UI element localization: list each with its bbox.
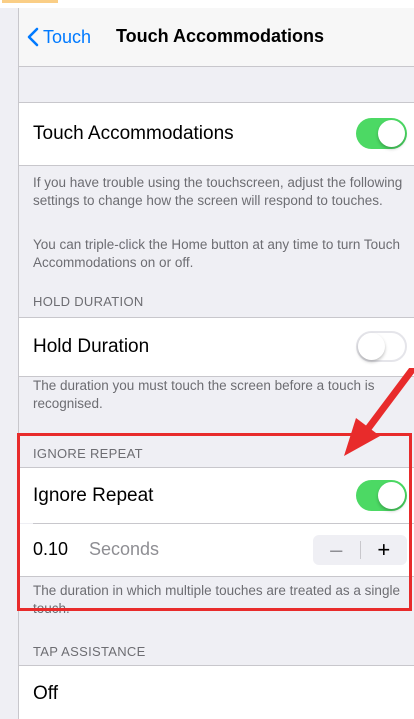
back-button-label: Touch — [43, 26, 92, 47]
tap-assistance-off-row[interactable]: Off — [19, 666, 414, 719]
hold-duration-header: HOLD DURATION — [33, 294, 144, 309]
toggle-knob — [378, 482, 405, 509]
back-button[interactable]: Touch — [27, 25, 91, 49]
cropped-header-fragment — [2, 0, 58, 3]
toggle-knob — [378, 120, 405, 147]
ignore-repeat-label: Ignore Repeat — [33, 485, 154, 506]
ignore-repeat-duration-row: 0.10 Seconds – + — [19, 524, 414, 576]
touch-accommodations-description: If you have trouble using the touchscree… — [33, 175, 403, 208]
top-strip — [0, 0, 414, 8]
hold-duration-label: Hold Duration — [33, 336, 150, 357]
touch-accommodations-row[interactable]: Touch Accommodations — [19, 103, 414, 165]
screenshot-frame: Touch Touch Accommodations Touch Accommo… — [0, 0, 414, 719]
touch-accommodations-label: Touch Accommodations — [33, 123, 234, 144]
toggle-knob — [358, 333, 385, 360]
hold-duration-toggle[interactable] — [356, 331, 407, 362]
duration-stepper[interactable]: – + — [313, 535, 407, 565]
tap-assistance-header: TAP ASSISTANCE — [33, 644, 146, 659]
minus-icon: – — [330, 537, 343, 562]
ignore-repeat-description: The duration in which multiple touches a… — [33, 583, 400, 616]
chevron-left-icon — [27, 27, 39, 47]
hold-duration-description: The duration you must touch the screen b… — [33, 378, 375, 411]
tap-assistance-off-label: Off — [33, 683, 58, 704]
seconds-unit-label: Seconds — [89, 539, 160, 559]
divider — [19, 165, 414, 166]
settings-screen: Touch Touch Accommodations Touch Accommo… — [18, 8, 414, 719]
hold-duration-row[interactable]: Hold Duration — [19, 318, 414, 376]
ignore-repeat-toggle[interactable] — [356, 480, 407, 511]
increment-button[interactable]: + — [361, 535, 408, 565]
ignore-repeat-row[interactable]: Ignore Repeat — [19, 468, 414, 523]
triple-click-hint: You can triple-click the Home button at … — [33, 237, 400, 270]
navigation-bar: Touch Touch Accommodations — [19, 8, 414, 67]
divider — [19, 576, 414, 577]
page-title: Touch Accommodations — [116, 26, 325, 46]
touch-accommodations-toggle[interactable] — [356, 118, 407, 149]
decrement-button[interactable]: – — [313, 535, 360, 565]
ignore-repeat-value: 0.10 — [33, 539, 69, 559]
plus-icon: + — [377, 537, 391, 562]
ignore-repeat-header: IGNORE REPEAT — [33, 446, 143, 461]
